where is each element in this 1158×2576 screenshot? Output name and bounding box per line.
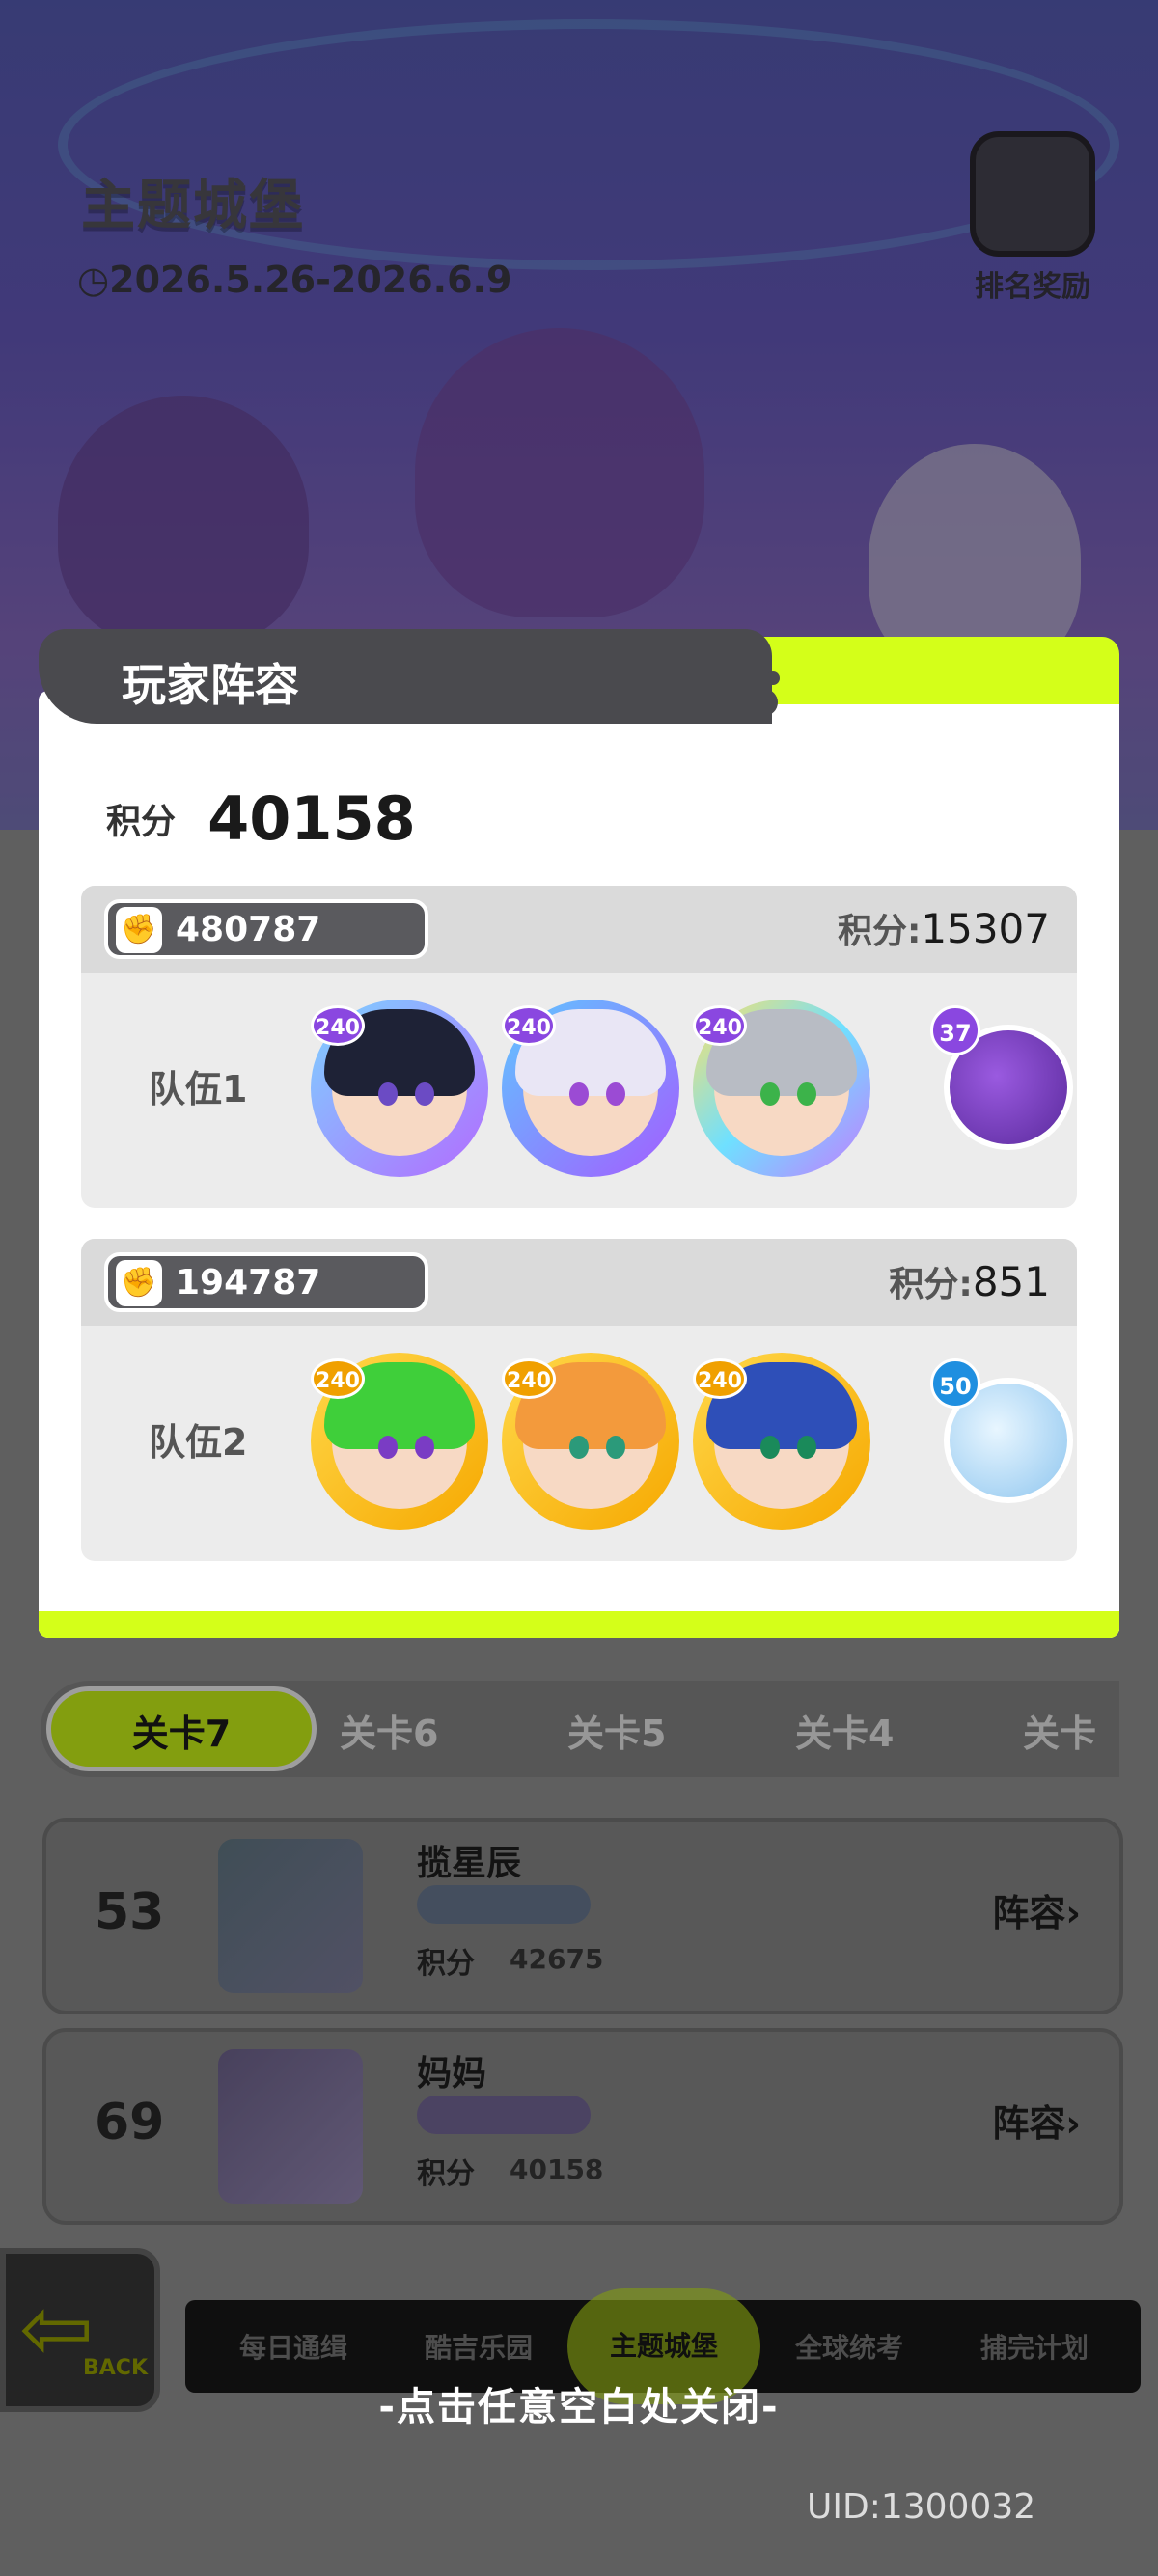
player-lineup-modal: 玩家阵容 积分 40158 ✊ 480787 积分:15307 队伍1 240 — [39, 629, 1119, 1638]
team-name: 队伍1 — [149, 1068, 248, 1110]
pet-level-badge: 50 — [930, 1358, 980, 1409]
hero-eye — [797, 1082, 816, 1106]
close-hint[interactable]: -点击任意空白处关闭- — [0, 2375, 1158, 2431]
hero-eye — [760, 1082, 780, 1106]
hero-eye — [415, 1436, 434, 1459]
hero-portrait[interactable]: 240 — [502, 1000, 679, 1177]
team-power: ✊ 194787 — [104, 1252, 428, 1312]
team-score-value: 851 — [972, 1258, 1050, 1305]
paint-drip-decoration — [766, 671, 780, 685]
team-header: ✊ 194787 积分:851 — [81, 1239, 1077, 1326]
hero-portrait[interactable]: 240 — [311, 1353, 488, 1530]
team-score: 积分:15307 — [838, 903, 1050, 953]
hero-eye — [797, 1436, 816, 1459]
hero-eye — [606, 1436, 625, 1459]
team-name: 队伍2 — [149, 1421, 248, 1464]
modal-title: 玩家阵容 — [122, 659, 299, 711]
fist-icon: ✊ — [116, 907, 162, 953]
hero-level-badge: 240 — [693, 1005, 747, 1046]
hero-level-badge: 240 — [693, 1358, 747, 1399]
hero-eye — [606, 1082, 625, 1106]
hero-eye — [569, 1436, 589, 1459]
hero-level-badge: 240 — [311, 1005, 365, 1046]
team-score-label: 积分: — [837, 912, 922, 951]
team-power-value: 480787 — [176, 910, 321, 949]
hero-level-badge: 240 — [502, 1005, 556, 1046]
hero-level-badge: 240 — [502, 1358, 556, 1399]
pet-portrait[interactable]: 50 — [930, 1358, 1075, 1503]
team-power-value: 194787 — [176, 1263, 321, 1302]
hero-eye — [378, 1436, 398, 1459]
team-score-label: 积分: — [889, 1265, 973, 1304]
team-score: 积分:851 — [889, 1256, 1050, 1306]
hero-eye — [415, 1082, 434, 1106]
total-score: 积分 40158 — [106, 783, 416, 854]
hero-eye — [760, 1436, 780, 1459]
fist-icon: ✊ — [116, 1260, 162, 1306]
pet-portrait[interactable]: 37 — [930, 1005, 1075, 1150]
team-card: ✊ 194787 积分:851 队伍2 240 240 240 50 — [81, 1239, 1077, 1561]
pet-level-badge: 37 — [930, 1005, 980, 1055]
user-id: UID:1300032 — [807, 2487, 1036, 2527]
team-card: ✊ 480787 积分:15307 队伍1 240 240 240 37 — [81, 886, 1077, 1208]
total-score-value: 40158 — [207, 783, 416, 854]
hero-eye — [569, 1082, 589, 1106]
team-score-value: 15307 — [921, 905, 1050, 952]
total-score-label: 积分 — [106, 802, 177, 842]
hero-portrait[interactable]: 240 — [693, 1000, 870, 1177]
modal-header: 玩家阵容 — [39, 629, 772, 724]
hero-level-badge: 240 — [311, 1358, 365, 1399]
hero-portrait[interactable]: 240 — [311, 1000, 488, 1177]
hero-portrait[interactable]: 240 — [693, 1353, 870, 1530]
paint-drip-decoration — [751, 689, 778, 716]
team-power: ✊ 480787 — [104, 899, 428, 959]
team-header: ✊ 480787 积分:15307 — [81, 886, 1077, 973]
hero-eye — [378, 1082, 398, 1106]
modal-bottom-stripe — [39, 1611, 1119, 1638]
hero-portrait[interactable]: 240 — [502, 1353, 679, 1530]
